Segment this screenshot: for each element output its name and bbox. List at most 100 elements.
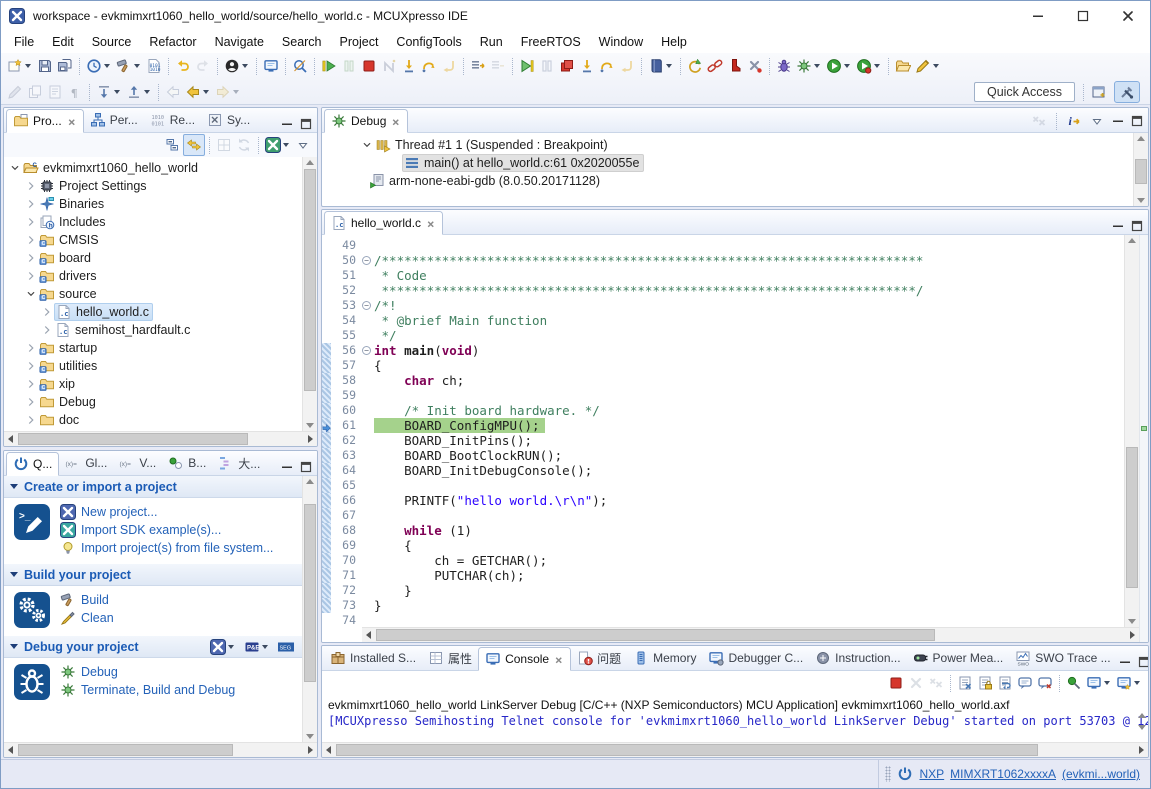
code-line-62[interactable]: 62 BOARD_InitPins(); xyxy=(322,433,1124,448)
tab-hello-world-c[interactable]: .c hello_world.c xyxy=(324,211,443,235)
power-icon[interactable] xyxy=(897,766,913,782)
fold-column[interactable] xyxy=(361,493,374,508)
menu-search[interactable]: Search xyxy=(273,32,331,52)
scroll-left-arrow[interactable] xyxy=(326,746,331,754)
section-collapse-arrow-icon[interactable] xyxy=(10,572,18,577)
project-tree-vscrollbar[interactable] xyxy=(302,157,317,431)
stderr-button[interactable] xyxy=(1035,672,1055,694)
step-over2-button[interactable] xyxy=(597,55,617,77)
console-tab-item[interactable]: 属性 xyxy=(422,646,478,670)
menu-edit[interactable]: Edit xyxy=(43,32,83,52)
fold-minus-icon[interactable]: − xyxy=(362,346,371,355)
tab-close-icon[interactable] xyxy=(553,654,564,665)
quickstart-tab-v[interactable]: (x)=V... xyxy=(113,451,162,475)
debug-config-button[interactable] xyxy=(794,55,824,77)
code-line-69[interactable]: 69 { xyxy=(322,538,1124,553)
dropdown-caret[interactable] xyxy=(203,90,209,94)
remove-launch-button[interactable] xyxy=(906,672,926,694)
x-blue-button[interactable] xyxy=(208,636,238,658)
vendor-link[interactable]: NXP xyxy=(919,767,944,781)
menu-freertos[interactable]: FreeRTOS xyxy=(512,32,590,52)
doc-lines-button[interactable] xyxy=(45,81,65,103)
tree-row-project-settings[interactable]: Project Settings xyxy=(4,177,317,195)
resume-button[interactable] xyxy=(319,55,339,77)
console-tab-item[interactable]: 问题 xyxy=(571,646,627,670)
chevron-right-icon[interactable] xyxy=(40,304,54,320)
welcome-button[interactable] xyxy=(84,55,114,77)
panel-maximize-icon[interactable] xyxy=(298,459,314,475)
new-binary-button[interactable]: 01011010 xyxy=(144,55,164,77)
tree-row-debug[interactable]: Debug xyxy=(4,393,317,411)
dropdown-caret[interactable] xyxy=(233,90,239,94)
console-tab-memory[interactable]: Memory xyxy=(627,646,702,670)
maximize-button[interactable] xyxy=(1060,1,1105,31)
code-line-60[interactable]: 60 /* Init board hardware. */ xyxy=(322,403,1124,418)
open-perspective-button[interactable] xyxy=(1088,82,1110,102)
tree-row-semihost-hardfault-c[interactable]: .csemihost_hardfault.c xyxy=(4,321,317,339)
dropdown-caret[interactable] xyxy=(25,64,31,68)
dropdown-caret[interactable] xyxy=(283,143,289,147)
fold-column[interactable] xyxy=(361,418,374,433)
code-line-50[interactable]: 50−/************************************… xyxy=(322,253,1124,268)
menu-run[interactable]: Run xyxy=(471,32,512,52)
code-line-51[interactable]: 51 * Code xyxy=(322,268,1124,283)
chevron-right-icon[interactable] xyxy=(24,196,38,212)
fold-column[interactable] xyxy=(361,583,374,598)
step-over-button[interactable] xyxy=(419,55,439,77)
fold-column[interactable] xyxy=(361,283,374,298)
menu-source[interactable]: Source xyxy=(83,32,141,52)
fold-column[interactable]: − xyxy=(361,253,374,268)
project-link[interactable]: (evkmi...world) xyxy=(1062,767,1140,781)
scrollbar-thumb[interactable] xyxy=(336,744,1038,756)
scrollbar-thumb[interactable] xyxy=(18,744,233,756)
dropdown-caret[interactable] xyxy=(874,64,880,68)
tree-item-evkmimxrt1060-hello-world[interactable]: Cevkmimxrt1060_hello_world xyxy=(22,160,201,176)
sdk-book-button[interactable] xyxy=(646,55,676,77)
section-collapse-arrow-icon[interactable] xyxy=(10,484,18,489)
remove-all-button[interactable] xyxy=(926,672,946,694)
code-line-72[interactable]: 72 } xyxy=(322,583,1124,598)
dropdown-caret[interactable] xyxy=(1134,681,1140,685)
open-folder-button[interactable] xyxy=(893,55,913,77)
tree-item-source[interactable]: Csource xyxy=(38,286,100,302)
terminate-button[interactable] xyxy=(886,672,906,694)
chevron-right-icon[interactable] xyxy=(24,232,38,248)
fold-column[interactable] xyxy=(361,358,374,373)
segger-button[interactable]: SEG xyxy=(276,636,296,658)
pencil-gray-button[interactable] xyxy=(5,81,25,103)
pe-button[interactable]: P&E xyxy=(242,636,272,658)
scrollbar-thumb[interactable] xyxy=(18,433,248,445)
chevron-right-icon[interactable] xyxy=(24,268,38,284)
fold-column[interactable] xyxy=(361,238,374,253)
fold-column[interactable] xyxy=(361,538,374,553)
tree-row-binaries[interactable]: Binaries xyxy=(4,195,317,213)
code-line-59[interactable]: 59 xyxy=(322,388,1124,403)
code-line-68[interactable]: 68 while (1) xyxy=(322,523,1124,538)
code-line-57[interactable]: 57{ xyxy=(322,358,1124,373)
save-all-button[interactable] xyxy=(55,55,75,77)
code-line-54[interactable]: 54 * @brief Main function xyxy=(322,313,1124,328)
debug-item[interactable]: Thread #1 1 (Suspended : Breakpoint) xyxy=(374,137,611,153)
viewmenu-button[interactable] xyxy=(1087,110,1107,132)
chevron-right-icon[interactable] xyxy=(24,340,38,356)
dropdown-caret[interactable] xyxy=(933,64,939,68)
dropdown-caret[interactable] xyxy=(228,645,234,649)
menu-project[interactable]: Project xyxy=(331,32,388,52)
tree-item-utilities[interactable]: Cutilities xyxy=(38,358,100,374)
chevron-right-icon[interactable] xyxy=(24,376,38,392)
code-line-56[interactable]: 56−int main(void) xyxy=(322,343,1124,358)
grid-button[interactable] xyxy=(214,134,234,156)
code-line-70[interactable]: 70 ch = GETCHAR(); xyxy=(322,553,1124,568)
console-output[interactable]: evkmimxrt1060_hello_world LinkServer Deb… xyxy=(322,695,1148,742)
panel-minimize-icon[interactable] xyxy=(1110,218,1126,234)
clear-console-button[interactable] xyxy=(955,672,975,694)
panel-minimize-icon[interactable] xyxy=(279,116,295,132)
code-line-53[interactable]: 53−/*! xyxy=(322,298,1124,313)
fold-column[interactable] xyxy=(361,598,374,613)
panel-minimize-icon[interactable] xyxy=(1117,654,1133,670)
tree-item-includes[interactable]: hIncludes xyxy=(38,214,109,230)
back-button[interactable] xyxy=(183,81,213,103)
scroll-down-arrow[interactable] xyxy=(1128,619,1136,624)
scrollbar-thumb[interactable] xyxy=(304,504,316,682)
quickstart-vscrollbar[interactable] xyxy=(302,476,317,742)
